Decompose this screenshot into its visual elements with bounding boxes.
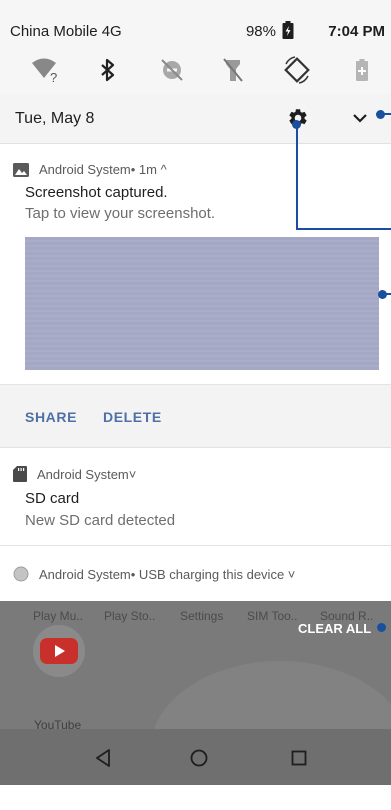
sd-card-notification[interactable]: Android System ˅ SD card New SD card det…: [0, 448, 391, 546]
app-name: Android System: [39, 566, 131, 582]
notification-actions: SHARE DELETE: [0, 384, 391, 448]
recent-app-label[interactable]: Play Mu..: [33, 609, 83, 623]
sd-card-icon: [13, 466, 27, 482]
date-label: Tue, May 8: [15, 110, 95, 127]
notification-title: SD card: [25, 490, 80, 507]
notification-meta: ˅: [128, 466, 137, 482]
back-button[interactable]: [92, 747, 114, 769]
recent-apps-overview: Play Mu.. Play Sto.. Settings SIM Too.. …: [0, 601, 391, 729]
recent-app-label[interactable]: Settings: [180, 609, 223, 623]
app-name: Android System: [39, 162, 131, 177]
callout-dot: [378, 290, 387, 299]
wifi-off-icon[interactable]: ?: [31, 56, 61, 84]
notification-app-header: Android System • 1m ^: [13, 162, 167, 177]
screenshot-preview-image[interactable]: [25, 237, 379, 370]
notification-title: Screenshot captured.: [25, 184, 168, 201]
notification-app-header: Android System • USB charging this devic…: [13, 566, 295, 582]
battery-saver-icon[interactable]: [347, 56, 377, 84]
status-bar: China Mobile 4G 98% 7:04 PM: [0, 0, 391, 42]
callout-dot: [292, 120, 301, 129]
android-system-icon: [13, 566, 29, 582]
callout-line: [296, 228, 391, 230]
usb-charging-notification[interactable]: Android System • USB charging this devic…: [0, 546, 391, 601]
share-button[interactable]: SHARE: [25, 409, 77, 425]
chevron-down-icon: [353, 114, 367, 123]
recent-app-label[interactable]: SIM Too..: [247, 609, 297, 623]
notification-text: Tap to view your screenshot.: [25, 205, 216, 222]
notification-meta: • 1m ^: [130, 162, 167, 177]
expand-quick-settings-button[interactable]: [350, 108, 370, 128]
background-shape: [150, 661, 391, 729]
notification-meta: • USB charging this device ˅: [130, 566, 296, 582]
youtube-icon: [40, 638, 78, 664]
delete-button[interactable]: DELETE: [103, 409, 162, 425]
callout-line: [296, 124, 298, 230]
bottom-blank-area: [0, 785, 391, 810]
image-icon: [13, 162, 29, 177]
app-name: Android System: [37, 466, 129, 482]
notification-app-header: Android System ˅: [13, 466, 136, 482]
recent-app-label[interactable]: Play Sto..: [104, 609, 155, 623]
notification-header: Tue, May 8: [0, 94, 391, 144]
svg-text:?: ?: [50, 70, 57, 83]
carrier-label: China Mobile 4G: [10, 23, 122, 40]
youtube-label: YouTube: [34, 718, 82, 729]
callout-dot: [377, 623, 386, 632]
battery-percent: 98%: [245, 23, 276, 40]
youtube-app-icon[interactable]: [33, 625, 85, 677]
screenshot-notification[interactable]: Android System • 1m ^ Screenshot capture…: [0, 144, 391, 384]
battery-icon: [282, 21, 294, 44]
navigation-bar: [0, 729, 391, 785]
home-button[interactable]: [188, 747, 210, 769]
overview-square-icon: [291, 750, 307, 766]
back-triangle-icon: [96, 749, 110, 767]
do-not-disturb-icon[interactable]: [157, 56, 187, 84]
auto-rotate-icon[interactable]: [282, 56, 312, 84]
home-circle-icon: [190, 749, 208, 767]
callout-dot: [376, 110, 385, 119]
overview-button[interactable]: [288, 747, 310, 769]
quick-settings-row: ?: [0, 42, 391, 94]
notification-text: New SD card detected: [25, 512, 176, 529]
clock: 7:04 PM: [328, 23, 385, 40]
flashlight-off-icon[interactable]: [218, 56, 248, 84]
bluetooth-icon[interactable]: [93, 56, 123, 84]
clear-all-button[interactable]: CLEAR ALL: [298, 621, 371, 636]
